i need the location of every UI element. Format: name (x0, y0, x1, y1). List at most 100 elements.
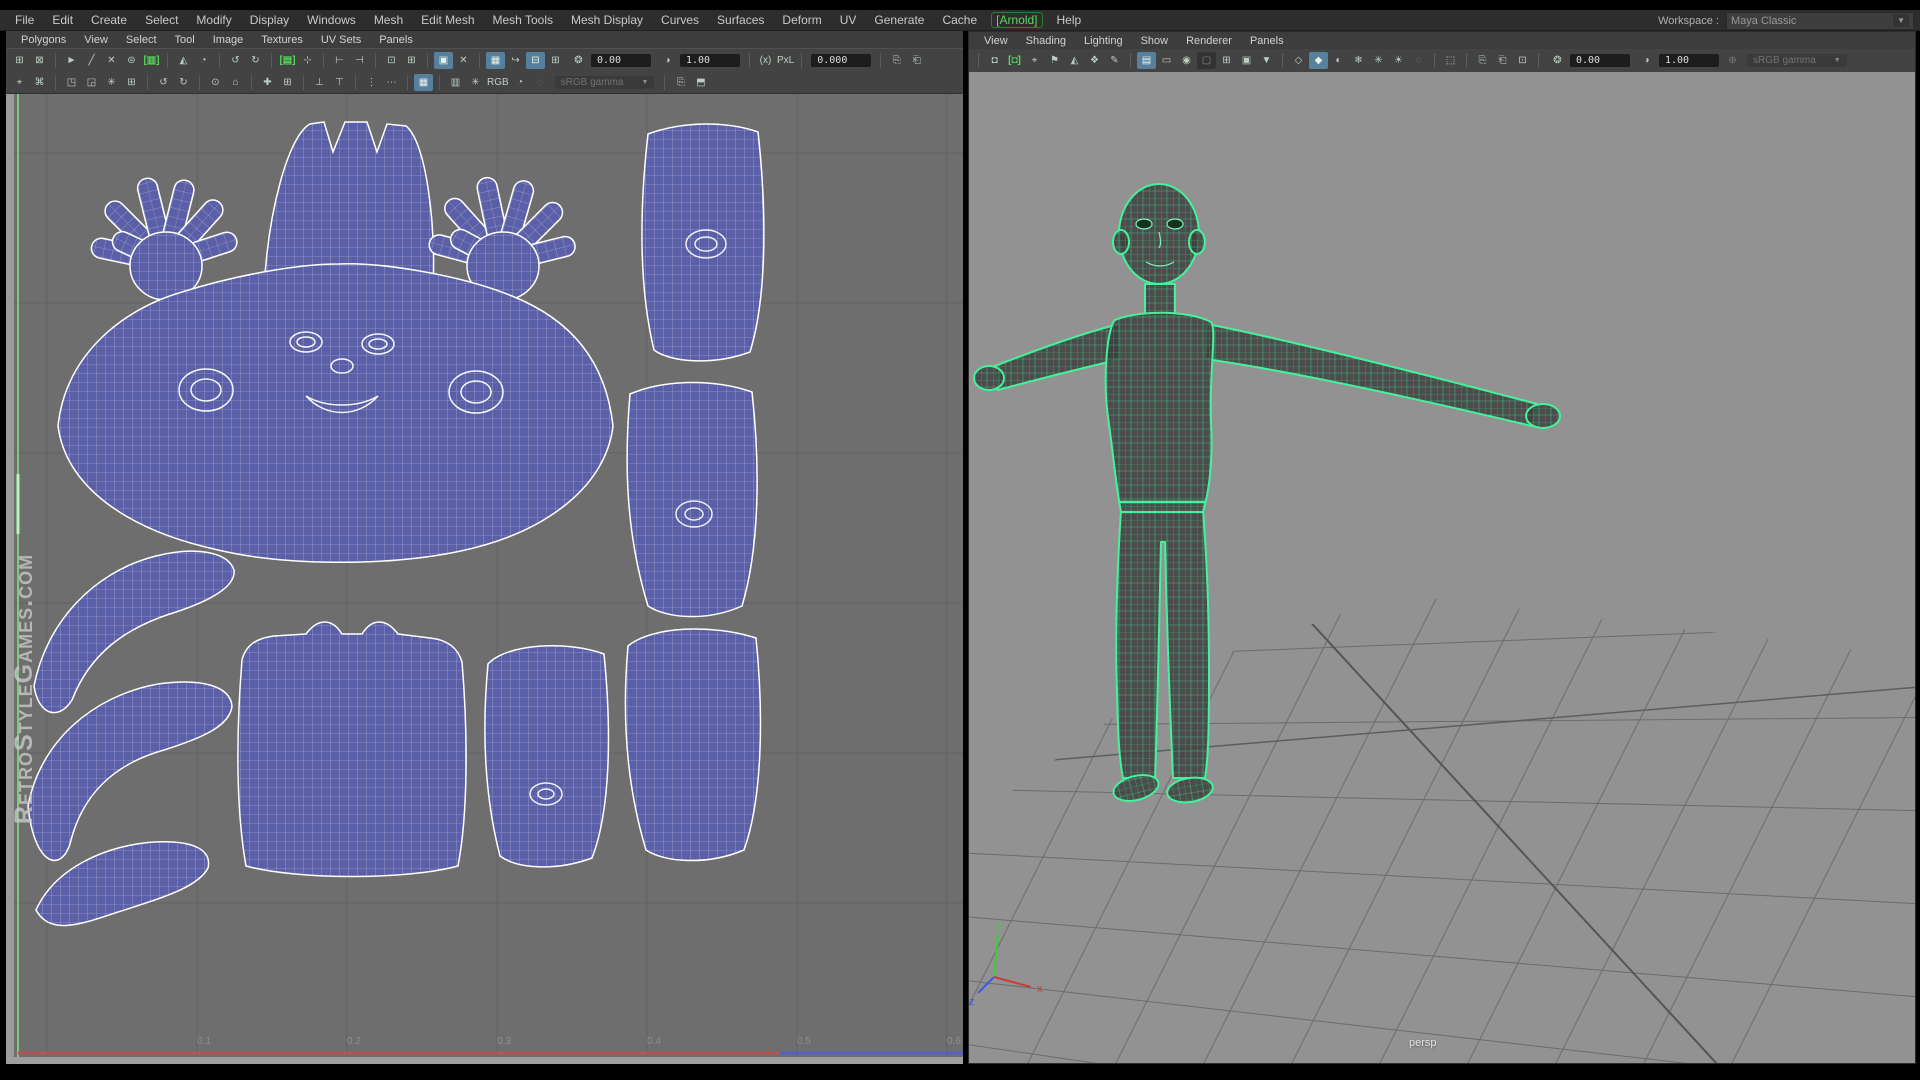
align-top-icon[interactable]: ⊤ (330, 74, 349, 91)
target-weld-icon[interactable]: ⌖ (10, 74, 29, 91)
image-plane-icon[interactable]: ◭ (1065, 52, 1084, 69)
menu-surfaces[interactable]: Surfaces (708, 11, 773, 29)
cut-uv-edge-icon[interactable]: ╱ (82, 52, 101, 69)
menu-select[interactable]: Select (136, 11, 187, 29)
optimize-icon[interactable]: ↻ (246, 52, 265, 69)
distribute-u-icon[interactable]: ⋮ (362, 74, 381, 91)
orient-shell-icon[interactable]: ⌂ (226, 74, 245, 91)
menu-generate[interactable]: Generate (865, 11, 933, 29)
shade-uvs-icon[interactable]: ↪ (506, 52, 525, 69)
pixel-snap-icon[interactable]: ✕ (454, 52, 473, 69)
uv-lattice-icon[interactable]: ⊞ (10, 52, 29, 69)
vp-contrast-icon[interactable]: ◑ (1637, 52, 1656, 69)
menu-edit[interactable]: Edit (43, 11, 82, 29)
workspace-dropdown[interactable]: Maya Classic ▼ (1726, 11, 1914, 30)
default-lighting-icon[interactable]: ◆ (1309, 52, 1328, 69)
mirror-shell-icon[interactable]: ◲ (82, 74, 101, 91)
tile-view-icon[interactable]: ⬒ (691, 74, 710, 91)
explode-shell-icon[interactable]: ✳ (102, 74, 121, 91)
uv-left-scroll-strip[interactable] (6, 94, 14, 1057)
uv-menu-select[interactable]: Select (117, 33, 166, 47)
vp-menu-panels[interactable]: Panels (1241, 34, 1293, 48)
uv-contrast-value[interactable]: 1.00 (680, 53, 740, 67)
menu-file[interactable]: File (6, 11, 43, 29)
lights-icon[interactable]: ☀ (1389, 52, 1408, 69)
layout-icon[interactable]: [▤] (278, 52, 297, 69)
character-arm-right[interactable] (1204, 323, 1538, 427)
uv-menu-image[interactable]: Image (204, 33, 253, 47)
uv-menu-tool[interactable]: Tool (166, 33, 204, 47)
menu-modify[interactable]: Modify (187, 11, 240, 29)
straighten-uv-icon[interactable]: ⊙ (206, 74, 225, 91)
texture-grid-icon[interactable]: ▥ (446, 74, 465, 91)
align-bottom-icon[interactable]: ⊥ (310, 74, 329, 91)
checker-map-icon[interactable]: ▦ (414, 73, 433, 91)
uv-shell-sleeve-mid[interactable] (626, 381, 758, 618)
chevron-down-icon[interactable]: ▼ (1893, 14, 1909, 27)
isolate-add-view-icon[interactable]: ⎗ (1493, 52, 1512, 69)
sew-uv-icon[interactable]: ⊜ (122, 52, 141, 69)
uv-shell-leg-1[interactable] (484, 644, 610, 868)
paste-uv-icon[interactable]: ⎗ (907, 52, 926, 69)
symmetry-icon[interactable]: [▥] (142, 52, 161, 69)
character-neck[interactable] (1144, 283, 1176, 317)
flip-shell-icon[interactable]: ◳ (62, 74, 81, 91)
menu-curves[interactable]: Curves (652, 11, 708, 29)
uv-menu-view[interactable]: View (75, 33, 117, 47)
uv-menu-uv-sets[interactable]: UV Sets (312, 33, 370, 47)
default-material-icon[interactable]: ▢ (1197, 52, 1216, 69)
bookmark-icon[interactable]: ⚑ (1045, 52, 1064, 69)
character-hand-left[interactable] (973, 365, 1005, 391)
copy-uv-icon[interactable]: ⎘ (887, 52, 906, 69)
flip-u-icon[interactable]: ◭ (174, 52, 193, 69)
uv-exposure-icon[interactable]: ❂ (569, 52, 588, 69)
wireframe-mode-icon[interactable]: ▤ (1137, 52, 1156, 69)
menu-help[interactable]: Help (1048, 11, 1091, 29)
menu-edit-mesh[interactable]: Edit Mesh (412, 11, 483, 29)
vp-menu-show[interactable]: Show (1132, 34, 1178, 48)
align-right-icon[interactable]: ⊣ (350, 52, 369, 69)
xray-icon[interactable]: ▼ (1257, 52, 1276, 69)
pan-zoom-icon[interactable]: ❖ (1085, 52, 1104, 69)
menu-arnold[interactable]: [Arnold] (991, 12, 1043, 28)
rotate-uv-icon[interactable]: ◔ (194, 52, 213, 69)
menu-windows[interactable]: Windows (298, 11, 365, 29)
rgb-channels-icon[interactable]: RGB (486, 74, 510, 91)
isolate-select-icon[interactable]: ⊡ (382, 52, 401, 69)
uv-shells[interactable] (27, 121, 765, 927)
alpha-channel-icon[interactable]: ◔ (511, 74, 530, 91)
isolate-add-icon[interactable]: ⊞ (402, 52, 421, 69)
uv-menu-polygons[interactable]: Polygons (12, 33, 75, 47)
use-all-lights-icon[interactable]: ◇ (1289, 52, 1308, 69)
baked-texture-icon[interactable]: ◌ (531, 74, 550, 91)
lattice-tool-icon[interactable]: ⌘ (30, 74, 49, 91)
shaded-textured-icon[interactable]: ◉ (1177, 52, 1196, 69)
occlusion-icon[interactable]: ❄ (1349, 52, 1368, 69)
grease-pencil-icon[interactable]: ✎ (1105, 52, 1124, 69)
shaded-mode-icon[interactable]: ▭ (1157, 52, 1176, 69)
uv-exposure-value[interactable]: 0.00 (591, 53, 651, 67)
menu-create[interactable]: Create (82, 11, 136, 29)
character-torso[interactable] (1104, 311, 1215, 513)
distribute-v-icon[interactable]: ⋯ (382, 74, 401, 91)
camera-icon[interactable]: ◘ (985, 52, 1004, 69)
uv-distortion-value[interactable]: 0.000 (811, 53, 872, 67)
perspective-viewport[interactable]: x y z persp (969, 72, 1915, 1063)
shadows-icon[interactable]: ◐ (1329, 52, 1348, 69)
vp-menu-lighting[interactable]: Lighting (1075, 34, 1132, 48)
gamma-icon[interactable]: ⊕ (1723, 52, 1742, 69)
grid-display-icon[interactable]: ▦ (486, 51, 505, 69)
textured-icon[interactable]: ▣ (1237, 52, 1256, 69)
character-arm-left[interactable] (994, 323, 1122, 391)
uv-snapshot-icon[interactable]: ⎘ (671, 74, 690, 91)
menu-cache[interactable]: Cache (933, 11, 986, 29)
vp-gamma-dropdown[interactable]: sRGB gamma ▼ (1747, 54, 1847, 67)
uv-smudge-icon[interactable]: ⊠ (30, 52, 49, 69)
character-foot-right[interactable] (1165, 775, 1214, 806)
move-uv-shell-icon[interactable]: ► (62, 52, 81, 69)
motion-blur-icon[interactable]: ✳ (1369, 52, 1388, 69)
distribute-icon[interactable]: ⊹ (298, 52, 317, 69)
character-hand-right[interactable] (1525, 403, 1561, 429)
image-ratio-icon[interactable]: ⊞ (546, 52, 565, 69)
uv-shell-leg-2[interactable] (624, 628, 762, 862)
